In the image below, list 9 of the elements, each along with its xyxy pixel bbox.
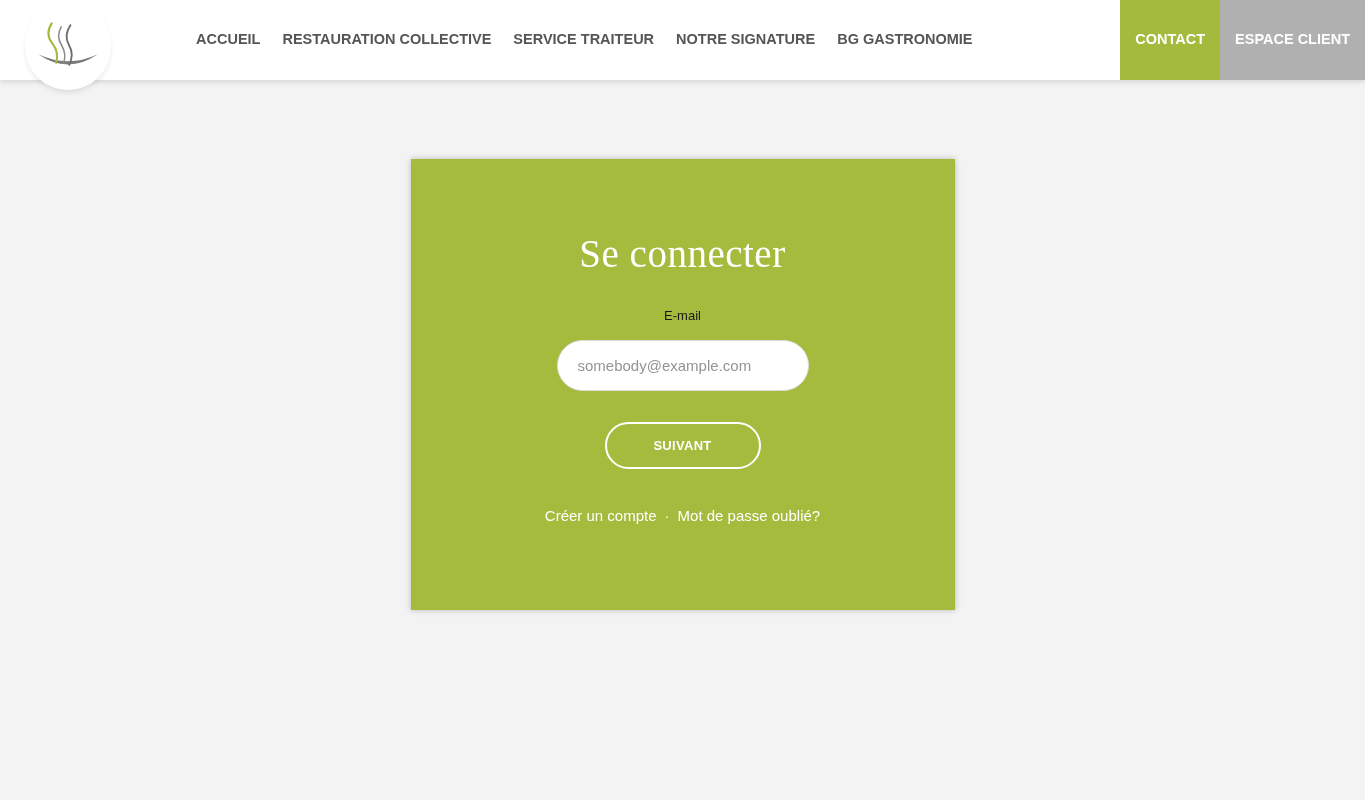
nav-link[interactable]: RESTAURATION COLLECTIVE <box>282 29 492 51</box>
email-label: E-mail <box>664 308 701 324</box>
nav-link[interactable]: ACCUEIL <box>196 29 261 51</box>
nav-link[interactable]: BG GASTRONOMIE <box>837 29 973 51</box>
link-separator: · <box>664 506 670 526</box>
login-title: Se connecter <box>579 231 786 277</box>
nav-link[interactable]: SERVICE TRAITEUR <box>513 29 655 51</box>
email-input-field[interactable]: somebody@example.com <box>556 340 809 391</box>
nav-link[interactable]: NOTRE SIGNATURE <box>676 29 816 51</box>
